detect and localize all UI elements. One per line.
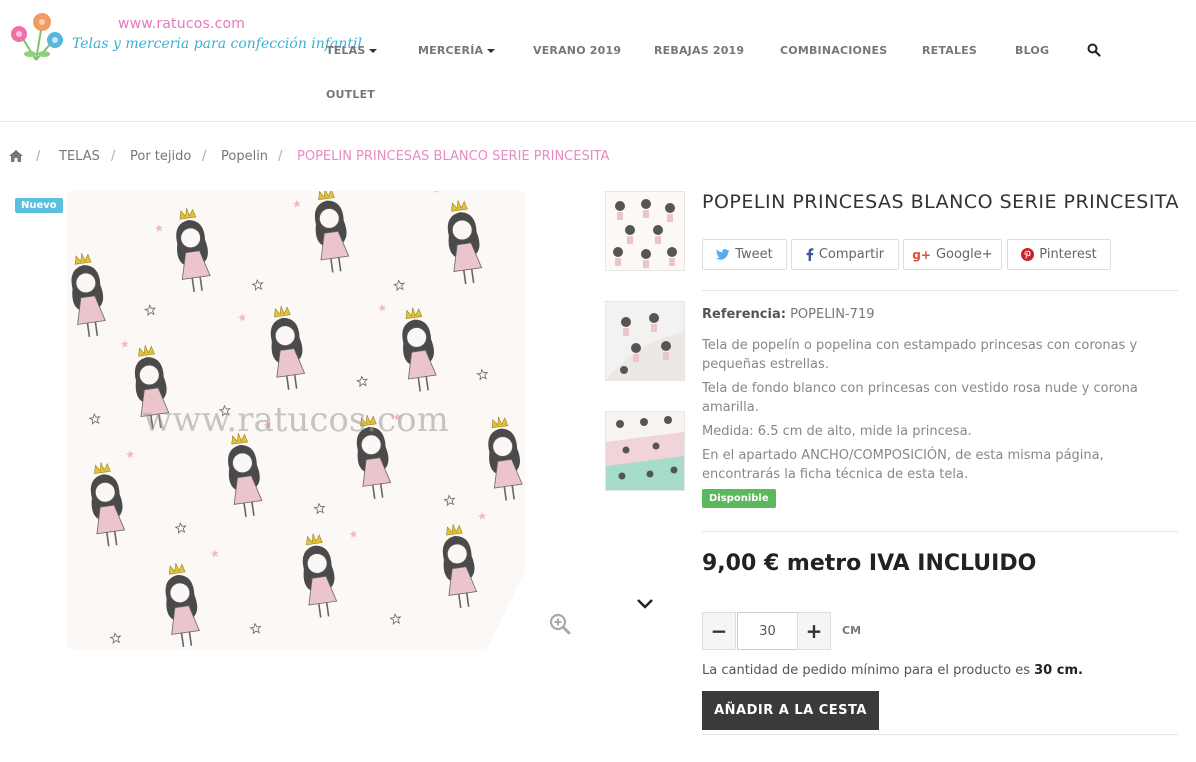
chevron-down-icon[interactable] bbox=[636, 598, 654, 610]
minimum-order-value: 30 cm. bbox=[1034, 663, 1083, 678]
quantity-decrease-button[interactable]: − bbox=[702, 612, 736, 650]
facebook-share-label: Compartir bbox=[818, 247, 885, 262]
nav-merceria[interactable]: MERCERÍA bbox=[418, 44, 496, 57]
search-icon[interactable] bbox=[1087, 43, 1101, 57]
fabric-pattern-image: www.ratucos.com bbox=[67, 191, 525, 649]
breadcrumb-current: POPELIN PRINCESAS BLANCO SERIE PRINCESIT… bbox=[297, 149, 610, 164]
caret-down-icon bbox=[487, 49, 496, 53]
description-paragraph: En el apartado ANCHO/COMPOSICIÓN, de est… bbox=[702, 448, 1104, 482]
divider bbox=[702, 290, 1178, 291]
breadcrumb-separator: / bbox=[202, 149, 207, 164]
watermark-text: www.ratucos.com bbox=[143, 400, 449, 440]
tweet-label: Tweet bbox=[735, 247, 773, 262]
breadcrumb-telas[interactable]: TELAS bbox=[59, 149, 100, 164]
thumbnail-pattern bbox=[606, 412, 684, 490]
pinterest-label: Pinterest bbox=[1039, 247, 1097, 262]
thumbnail-2[interactable] bbox=[605, 301, 685, 381]
divider bbox=[702, 531, 1178, 532]
plus-icon: + bbox=[805, 619, 823, 643]
google-plus-button[interactable]: g+ Google+ bbox=[903, 239, 1002, 270]
facebook-icon bbox=[806, 248, 814, 261]
nav-telas-label: TELAS bbox=[326, 44, 366, 57]
description-paragraph: Tela de popelín o popelina con estampado… bbox=[702, 338, 1138, 372]
thumbnail-pattern bbox=[606, 192, 684, 270]
quantity-input[interactable] bbox=[737, 612, 798, 650]
nav-verano-2019[interactable]: VERANO 2019 bbox=[533, 44, 621, 57]
add-to-cart-button[interactable]: AÑADIR A LA CESTA bbox=[702, 691, 879, 730]
google-plus-icon: g+ bbox=[912, 247, 931, 262]
product-price: 9,00 € metro IVA INCLUIDO bbox=[702, 551, 1037, 576]
thumbnail-1[interactable] bbox=[605, 191, 685, 271]
divider bbox=[702, 734, 1178, 735]
nav-combinaciones[interactable]: COMBINACIONES bbox=[780, 44, 887, 57]
quantity-increase-button[interactable]: + bbox=[797, 612, 831, 650]
header-divider bbox=[0, 121, 1196, 122]
google-plus-label: Google+ bbox=[935, 247, 993, 262]
caret-down-icon bbox=[369, 49, 378, 53]
new-badge: Nuevo bbox=[15, 198, 63, 213]
nav-telas[interactable]: TELAS bbox=[326, 44, 378, 57]
minimum-order-label: La cantidad de pedido mínimo para el pro… bbox=[702, 663, 1030, 678]
zoom-in-icon[interactable] bbox=[549, 613, 571, 635]
logo-url-text: www.ratucos.com bbox=[118, 16, 246, 32]
product-reference: Referencia: POPELIN-719 bbox=[702, 307, 875, 322]
breadcrumb-popelin[interactable]: Popelin bbox=[221, 149, 268, 164]
breadcrumb-por-tejido[interactable]: Por tejido bbox=[130, 149, 191, 164]
site-logo[interactable]: www.ratucos.com Telas y merceria para co… bbox=[8, 10, 362, 66]
description-paragraph: Tela de fondo blanco con princesas con v… bbox=[702, 381, 1138, 415]
nav-merceria-label: MERCERÍA bbox=[418, 44, 484, 57]
nav-retales[interactable]: RETALES bbox=[922, 44, 977, 57]
main-product-image[interactable]: www.ratucos.com bbox=[67, 191, 525, 649]
twitter-icon bbox=[716, 248, 730, 260]
thumbnail-pattern bbox=[606, 302, 684, 380]
pinterest-button[interactable]: Pinterest bbox=[1007, 239, 1111, 270]
breadcrumb-separator: / bbox=[111, 149, 116, 164]
quantity-unit: CM bbox=[842, 624, 862, 637]
breadcrumb-separator: / bbox=[278, 149, 283, 164]
minus-icon: − bbox=[710, 619, 728, 643]
facebook-share-button[interactable]: Compartir bbox=[791, 239, 899, 270]
description-paragraph: Medida: 6.5 cm de alto, mide la princesa… bbox=[702, 424, 972, 439]
thumbnail-3[interactable] bbox=[605, 411, 685, 491]
pinterest-icon bbox=[1021, 248, 1035, 261]
nav-outlet[interactable]: OUTLET bbox=[326, 88, 375, 101]
home-icon[interactable] bbox=[9, 150, 23, 162]
reference-value: POPELIN-719 bbox=[790, 307, 875, 322]
nav-rebajas-2019[interactable]: REBAJAS 2019 bbox=[654, 44, 744, 57]
reference-label: Referencia: bbox=[702, 307, 786, 322]
availability-badge: Disponible bbox=[702, 489, 776, 508]
breadcrumb-separator: / bbox=[36, 149, 41, 164]
tweet-button[interactable]: Tweet bbox=[702, 239, 787, 270]
flowers-logo-icon bbox=[11, 13, 63, 61]
nav-blog[interactable]: BLOG bbox=[1015, 44, 1049, 57]
minimum-order-text: La cantidad de pedido mínimo para el pro… bbox=[702, 663, 1083, 678]
product-title: POPELIN PRINCESAS BLANCO SERIE PRINCESIT… bbox=[702, 191, 1180, 213]
logo-tagline: Telas y merceria para confección infanti… bbox=[72, 36, 362, 52]
